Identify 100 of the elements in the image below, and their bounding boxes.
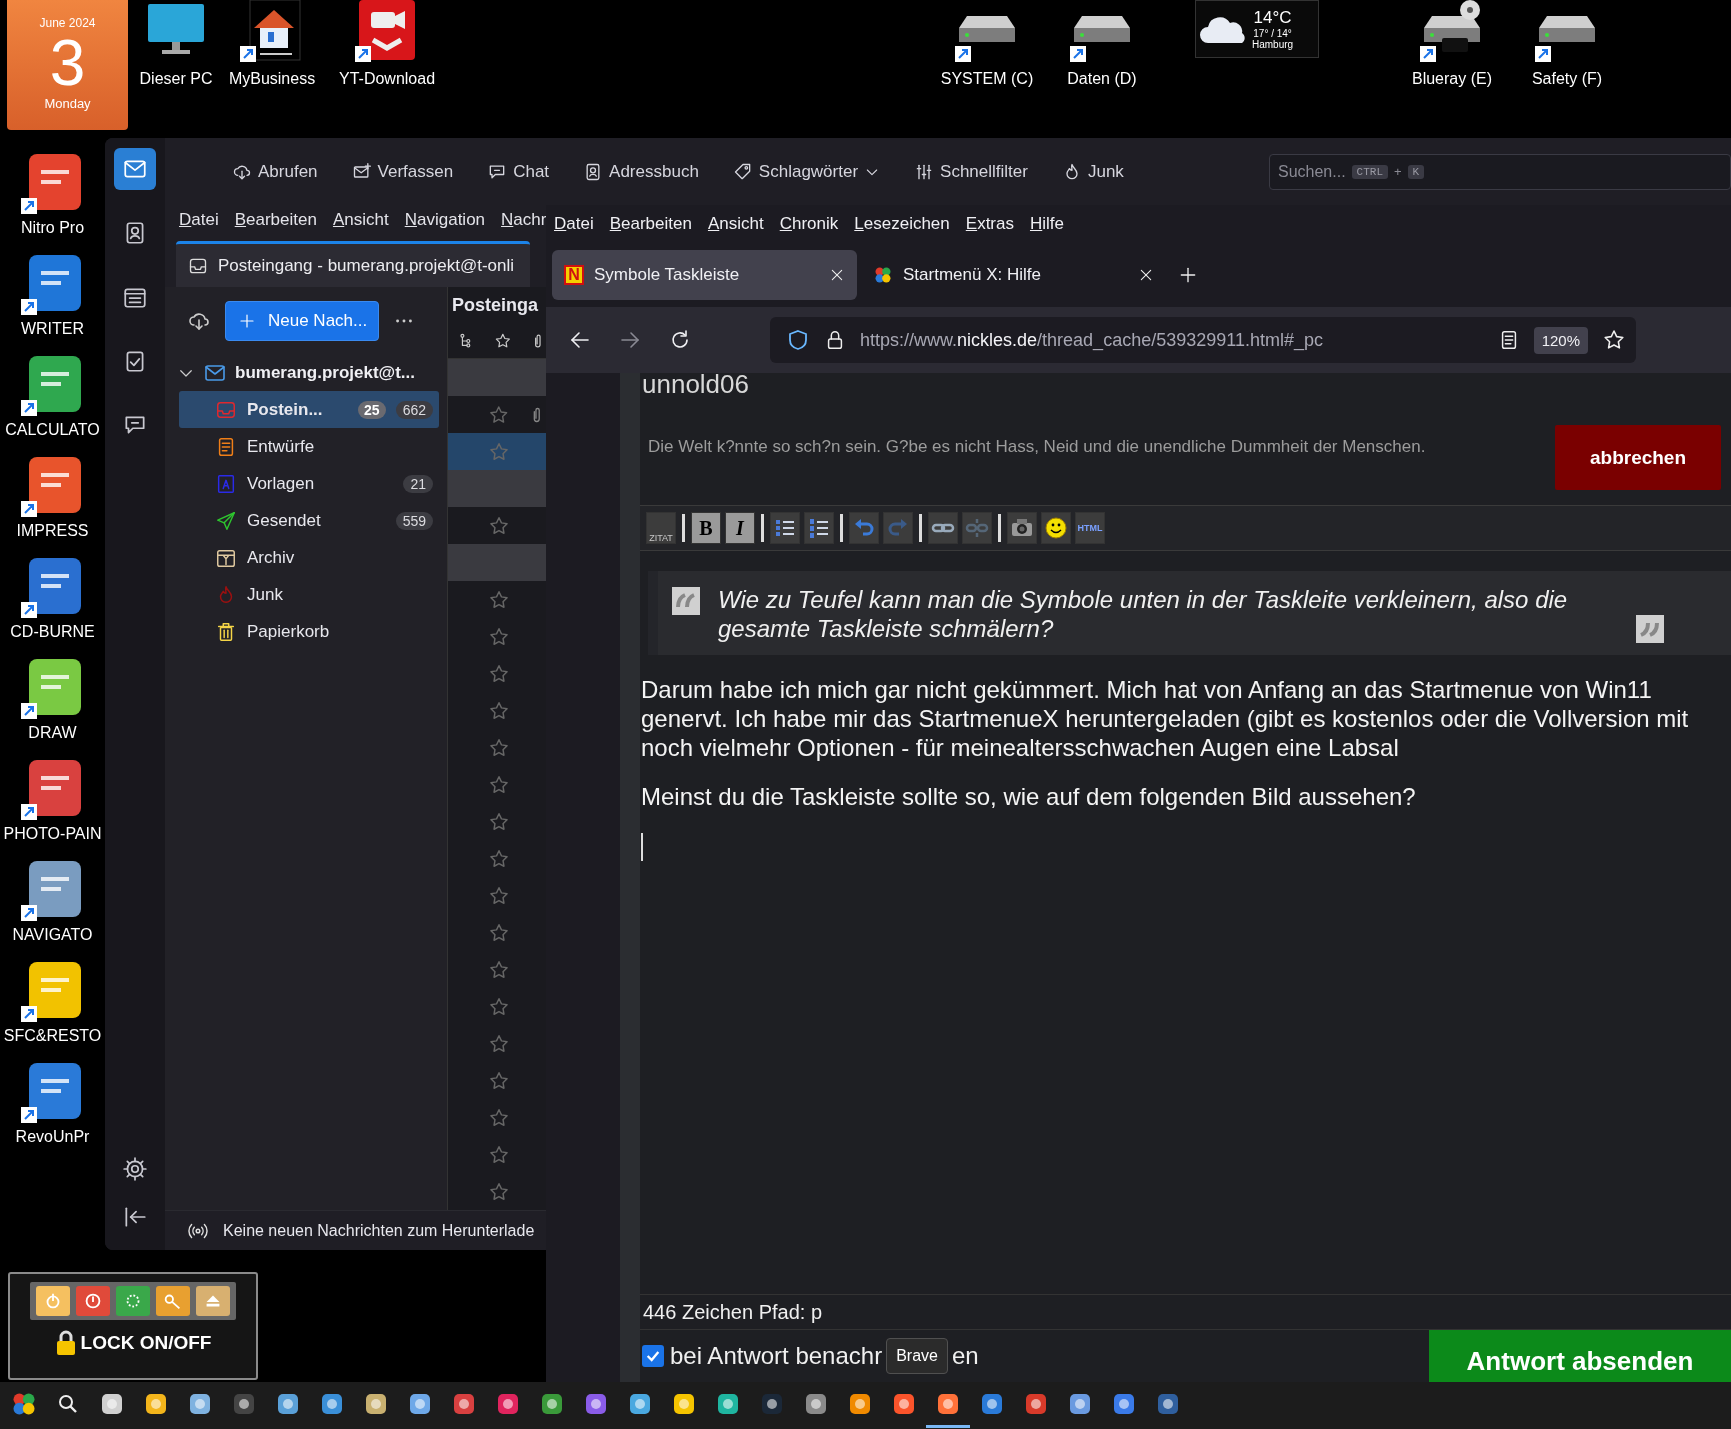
- icon-label[interactable]: CD-BURNE: [10, 622, 95, 642]
- browser-tab[interactable]: N Symbole Taskleiste: [552, 250, 857, 300]
- icon-label[interactable]: NAVIGATO: [12, 925, 93, 945]
- icon-label[interactable]: MyBusiness: [228, 70, 316, 88]
- tab[interactable]: Posteingang - bumerang.projekt@t-onli: [176, 241, 530, 287]
- star-icon[interactable]: [488, 662, 510, 685]
- search-field[interactable]: Suchen... CTRL + K: [1269, 153, 1731, 190]
- icon-label[interactable]: WRITER: [20, 319, 85, 339]
- icon-label[interactable]: Safety (F): [1531, 70, 1603, 88]
- folder-name: Archiv: [247, 547, 296, 568]
- checkbox-label[interactable]: bei Antwort benachr: [670, 1342, 883, 1370]
- quote-button[interactable]: ZITAT: [646, 512, 676, 544]
- icon-label[interactable]: DRAW: [28, 723, 77, 743]
- menu-item[interactable]: Ansicht: [707, 214, 764, 234]
- close-icon[interactable]: [829, 267, 845, 283]
- menu-item[interactable]: Hilfe: [1029, 214, 1064, 234]
- shield-icon[interactable]: [786, 328, 810, 352]
- folder-item[interactable]: Junk: [179, 576, 439, 613]
- new-message-button[interactable]: Neue Nach...: [225, 301, 379, 341]
- folder-item[interactable]: Papierkorb: [179, 613, 439, 650]
- editor-status: 446 Zeichen Pfad: p: [640, 1294, 1731, 1330]
- star-icon[interactable]: [488, 514, 510, 537]
- restart-button[interactable]: [116, 1286, 150, 1316]
- icon-label[interactable]: RevoUnPr: [15, 1127, 90, 1147]
- menu-item[interactable]: Bearbeiten: [234, 210, 317, 230]
- image-button[interactable]: [1007, 512, 1037, 544]
- html-button[interactable]: HTML: [1075, 512, 1105, 544]
- icon-label[interactable]: Blueray (E): [1412, 70, 1492, 88]
- folder-item[interactable]: Postein... 25 662: [179, 391, 439, 428]
- menu-item[interactable]: Bearbeiten: [609, 214, 692, 234]
- icon-label[interactable]: Nitro Pro: [20, 218, 85, 238]
- settings-icon[interactable]: [122, 1156, 148, 1182]
- folder-item[interactable]: Vorlagen 21: [179, 465, 439, 502]
- zoom-button[interactable]: 120%: [1533, 326, 1588, 354]
- menu-item[interactable]: Navigation: [404, 210, 486, 230]
- icon-label[interactable]: Dieser PC: [139, 70, 213, 88]
- account-row[interactable]: bumerang.projekt@t...: [165, 355, 447, 391]
- icon-label[interactable]: IMPRESS: [16, 521, 89, 541]
- folder-item[interactable]: Entwürfe: [179, 428, 439, 465]
- star-icon[interactable]: [488, 440, 510, 463]
- star-icon[interactable]: [488, 1180, 510, 1203]
- toolbar-button[interactable]: Verfassen: [351, 161, 454, 182]
- icon-label[interactable]: YT-Download: [339, 70, 436, 88]
- toolbar-button[interactable]: Schnellfilter: [914, 161, 1028, 182]
- menu-item[interactable]: Lesezeichen: [854, 214, 950, 234]
- numbered-list-button[interactable]: [804, 512, 834, 544]
- menu-item[interactable]: Datei: [179, 210, 219, 230]
- icon-label[interactable]: PHOTO-PAIN: [3, 824, 102, 844]
- bold-button[interactable]: B: [691, 512, 721, 544]
- star-icon[interactable]: [488, 1069, 510, 1092]
- checkbox-label[interactable]: en: [951, 1342, 979, 1370]
- star-icon[interactable]: [488, 588, 510, 611]
- icon-label[interactable]: SYSTEM (C): [940, 70, 1034, 88]
- house-icon[interactable]: [240, 0, 304, 64]
- icon-label[interactable]: CALCULATO: [5, 420, 100, 440]
- star-icon[interactable]: [488, 810, 510, 833]
- new-tab-icon[interactable]: [1178, 265, 1198, 285]
- italic-button[interactable]: I: [725, 512, 755, 544]
- star-icon[interactable]: [488, 995, 510, 1018]
- star-icon[interactable]: [488, 403, 510, 426]
- menu-item[interactable]: Datei: [554, 214, 594, 234]
- icon-label[interactable]: SFC&RESTO: [3, 1026, 102, 1046]
- browser-tab[interactable]: Startmenü X: Hilfe: [861, 250, 1166, 300]
- unread-count: 25: [358, 400, 386, 419]
- checkbox[interactable]: [642, 1345, 664, 1367]
- cancel-button[interactable]: abbrechen: [1555, 425, 1721, 490]
- account-name: bumerang.projekt@t...: [235, 363, 415, 383]
- star-icon[interactable]: [488, 847, 510, 870]
- toolbar-button[interactable]: Schlagwörter: [732, 161, 881, 182]
- star-icon[interactable]: [488, 958, 510, 981]
- star-icon[interactable]: [488, 625, 510, 648]
- address-bar[interactable]: https://www.nickles.de/thread_cache/539329911.html#_pc 120%: [770, 317, 1636, 363]
- menu-item[interactable]: Chronik: [779, 214, 839, 234]
- close-icon[interactable]: [1138, 267, 1154, 283]
- smiley-button[interactable]: [1041, 512, 1071, 544]
- star-icon[interactable]: [488, 699, 510, 722]
- link-button[interactable]: [928, 512, 958, 544]
- menu-item[interactable]: Ansicht: [332, 210, 389, 230]
- app-icon: [716, 1392, 740, 1416]
- star-icon[interactable]: [488, 736, 510, 759]
- star-icon[interactable]: [488, 921, 510, 944]
- star-icon[interactable]: [488, 1032, 510, 1055]
- toolbar-button[interactable]: Junk: [1061, 161, 1124, 182]
- star-icon[interactable]: [488, 1143, 510, 1166]
- toolbar-button[interactable]: Abrufen: [232, 161, 318, 182]
- star-icon[interactable]: [488, 884, 510, 907]
- undo-button[interactable]: [849, 512, 879, 544]
- star-icon[interactable]: [488, 773, 510, 796]
- folder-item[interactable]: Archiv: [179, 539, 439, 576]
- menu-item[interactable]: Extras: [965, 214, 1014, 234]
- icon-label[interactable]: Daten (D): [1067, 70, 1137, 88]
- folder-item[interactable]: Gesendet 559: [179, 502, 439, 539]
- bookmark-star-icon[interactable]: [1602, 328, 1626, 352]
- toolbar-button[interactable]: Chat: [487, 161, 550, 182]
- mail-space-button[interactable]: [114, 148, 156, 190]
- toolbar-button[interactable]: Adressbuch: [583, 161, 699, 182]
- shutdown-button[interactable]: [76, 1286, 110, 1316]
- list-button[interactable]: [770, 512, 800, 544]
- submit-button[interactable]: Antwort absenden: [1429, 1330, 1731, 1382]
- star-icon[interactable]: [488, 1106, 510, 1129]
